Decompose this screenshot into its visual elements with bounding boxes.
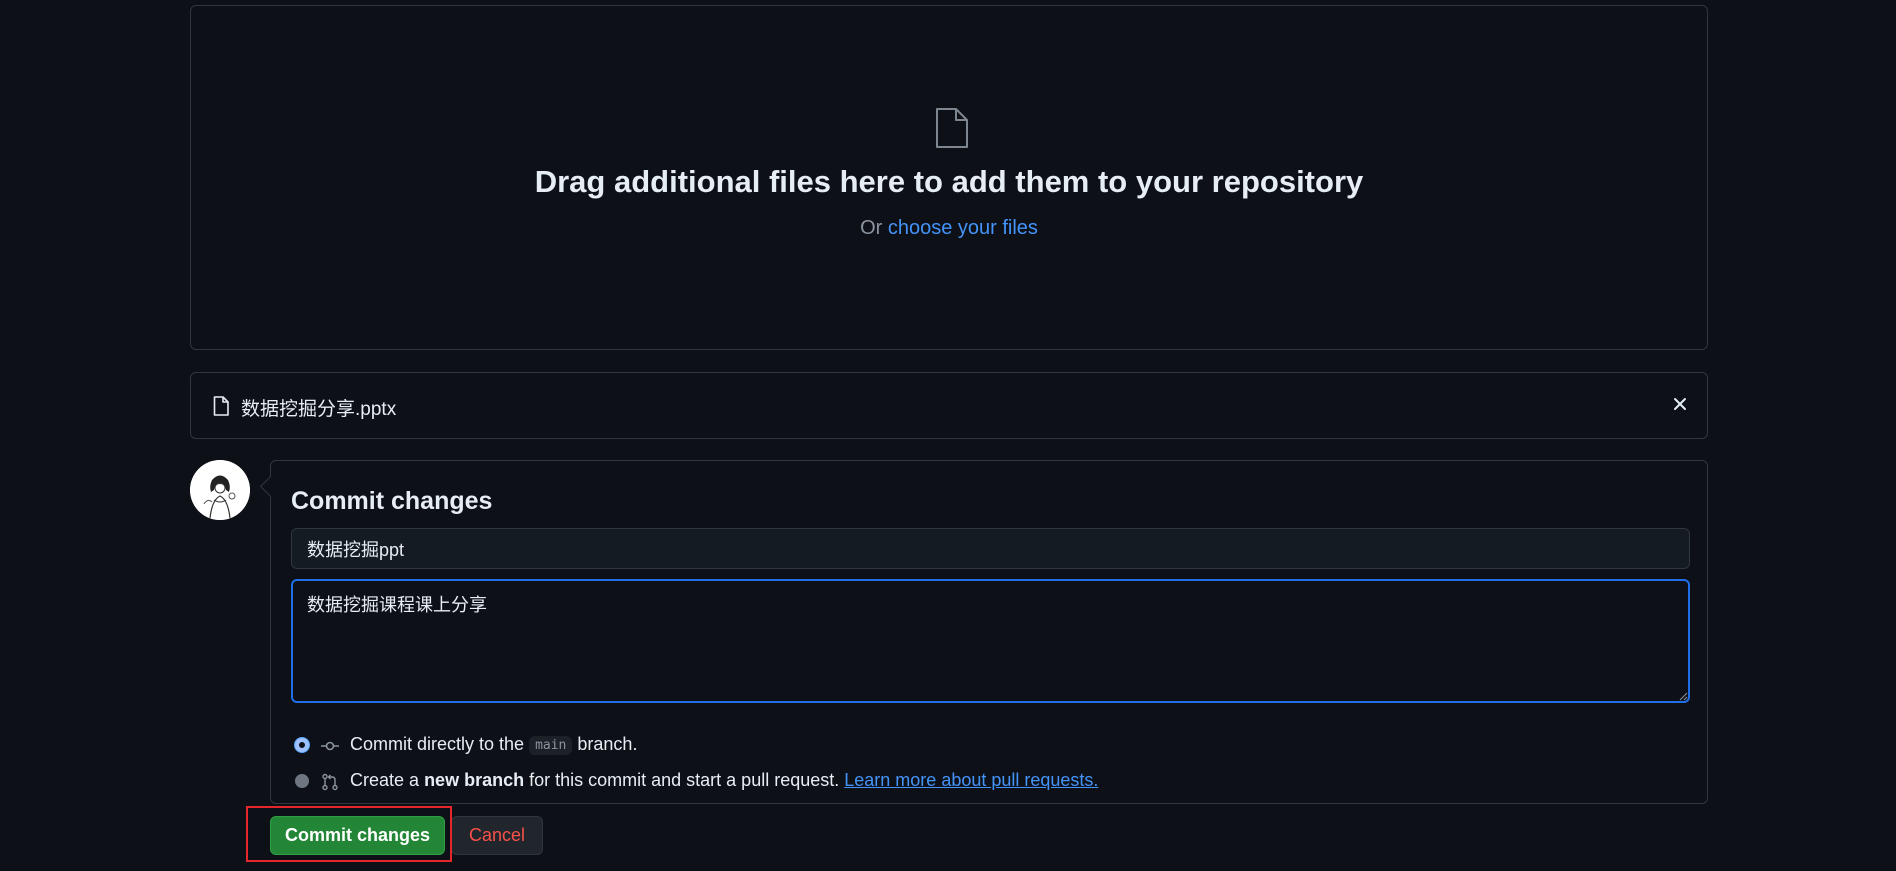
git-commit-icon (321, 741, 339, 751)
file-icon (936, 108, 968, 148)
speech-caret (259, 475, 282, 498)
radio-new-branch[interactable] (295, 774, 309, 788)
dropzone-or-text: Or (860, 217, 883, 239)
resize-handle-icon[interactable] (1679, 692, 1688, 701)
commit-panel-title: Commit changes (291, 487, 493, 515)
option-new-branch[interactable]: Create a new branch for this commit and … (295, 770, 1195, 794)
close-icon[interactable] (1671, 395, 1689, 413)
commit-direct-prefix: Commit directly to the (350, 734, 525, 754)
radio-commit-direct[interactable] (295, 738, 309, 752)
dropzone-subtitle: Or choose your files (191, 217, 1707, 240)
branch-name-chip: main (529, 736, 573, 755)
commit-changes-button[interactable]: Commit changes (270, 816, 445, 855)
file-dropzone[interactable]: Drag additional files here to add them t… (190, 5, 1708, 350)
file-icon (213, 396, 229, 416)
uploaded-file-name: 数据挖掘分享.pptx (241, 399, 397, 420)
learn-more-pull-requests-link[interactable]: Learn more about pull requests. (844, 770, 1098, 790)
new-branch-prefix: Create a (350, 770, 420, 790)
uploaded-file-row: 数据挖掘分享.pptx (190, 372, 1708, 439)
git-pull-request-icon (322, 773, 338, 791)
new-branch-label: Create a new branch for this commit and … (350, 770, 1098, 791)
new-branch-suffix: for this commit and start a pull request… (529, 770, 840, 790)
choose-files-link[interactable]: choose your files (888, 217, 1038, 239)
option-commit-direct[interactable]: Commit directly to the main branch. (295, 734, 795, 758)
new-branch-bold: new branch (424, 770, 525, 790)
commit-changes-panel: Commit changes 数据挖掘课程课上分享 Commit directl… (259, 460, 1708, 804)
commit-description-input[interactable]: 数据挖掘课程课上分享 (291, 579, 1690, 703)
commit-summary-input[interactable] (291, 528, 1690, 569)
avatar (190, 460, 250, 520)
commit-direct-suffix: branch. (577, 734, 638, 754)
avatar-illustration (190, 460, 250, 520)
dropzone-title: Drag additional files here to add them t… (534, 164, 1364, 199)
cancel-button[interactable]: Cancel (451, 816, 543, 855)
commit-direct-label: Commit directly to the main branch. (350, 734, 637, 756)
